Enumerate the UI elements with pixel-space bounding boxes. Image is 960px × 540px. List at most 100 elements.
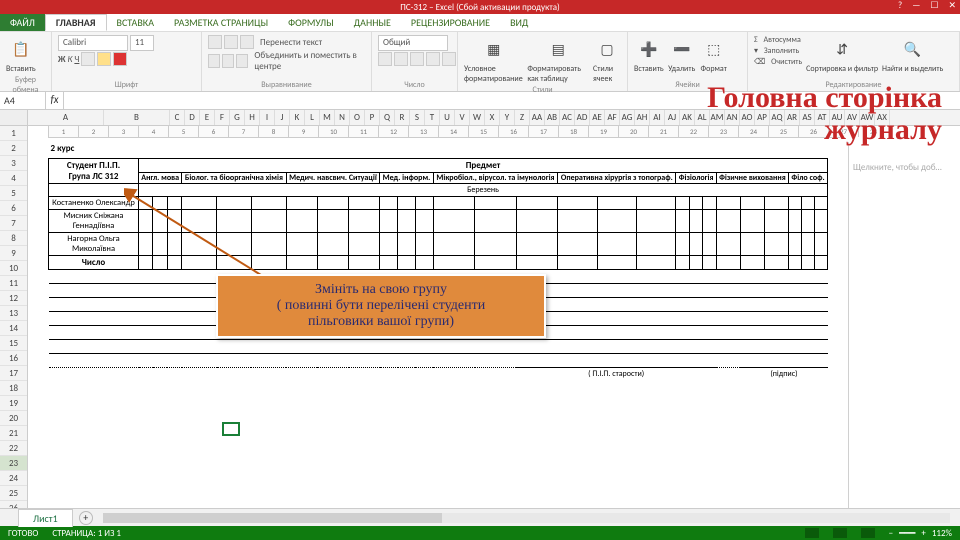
tab-view[interactable]: ВИД (500, 14, 538, 31)
align-right-icon[interactable] (236, 54, 248, 68)
row-header[interactable]: 12 (0, 291, 27, 306)
col-header[interactable]: AC (560, 110, 575, 125)
col-header[interactable]: V (455, 110, 470, 125)
col-header[interactable]: H (245, 110, 260, 125)
maximize-icon[interactable]: ☐ (930, 0, 938, 11)
col-header[interactable]: Z (515, 110, 530, 125)
number-format-combo[interactable]: Общий (378, 35, 448, 51)
close-icon[interactable]: ✕ (948, 0, 956, 11)
font-color-icon[interactable] (113, 52, 127, 66)
col-header[interactable]: R (395, 110, 410, 125)
col-header[interactable]: AA (530, 110, 545, 125)
col-header[interactable]: G (230, 110, 245, 125)
tab-file[interactable]: ФАЙЛ (0, 14, 45, 31)
col-header[interactable]: X (485, 110, 500, 125)
tab-insert[interactable]: ВСТАВКА (107, 14, 164, 31)
row-header[interactable]: 25 (0, 486, 27, 501)
col-header[interactable]: N (335, 110, 350, 125)
autosum-button[interactable]: Σ Автосумма (754, 35, 802, 45)
col-header[interactable]: W (470, 110, 485, 125)
sheet-tab[interactable]: Лист1 (18, 509, 73, 527)
col-header[interactable]: AB (545, 110, 560, 125)
wrap-button[interactable]: Перенести текст (260, 37, 322, 48)
page-layout-button[interactable] (833, 528, 847, 538)
col-header[interactable]: AD (575, 110, 590, 125)
col-header[interactable]: E (200, 110, 215, 125)
side-pane[interactable]: Щелкните, чтобы доб… (848, 142, 960, 508)
currency-icon[interactable] (378, 52, 392, 66)
col-header[interactable]: AE (590, 110, 605, 125)
row-header[interactable]: 18 (0, 381, 27, 396)
col-header[interactable]: AG (620, 110, 635, 125)
fill-button[interactable]: ▾ Заполнить (754, 46, 802, 56)
row-header[interactable]: 6 (0, 201, 27, 216)
row-header[interactable]: 10 (0, 261, 27, 276)
col-header[interactable]: A (28, 110, 104, 125)
align-top-icon[interactable] (208, 35, 222, 49)
insert-cells-button[interactable]: ➕Вставить (634, 35, 664, 74)
row-header[interactable]: 15 (0, 336, 27, 351)
tab-data[interactable]: ДАННЫЕ (344, 14, 401, 31)
col-header[interactable]: U (440, 110, 455, 125)
font-name-combo[interactable]: Calibri (58, 35, 128, 51)
row-header[interactable]: 21 (0, 426, 27, 441)
col-header[interactable]: B (104, 110, 170, 125)
row-header[interactable]: 9 (0, 246, 27, 261)
merge-button[interactable]: Объединить и поместить в центре (254, 50, 365, 72)
row-header[interactable]: 5 (0, 186, 27, 201)
align-bot-icon[interactable] (240, 35, 254, 49)
row-header[interactable]: 3 (0, 156, 27, 171)
normal-view-button[interactable] (805, 528, 819, 538)
format-cells-button[interactable]: ⬚Формат (700, 35, 728, 74)
col-header[interactable]: Q (380, 110, 395, 125)
col-header[interactable]: P (365, 110, 380, 125)
minimize-icon[interactable]: — (912, 0, 920, 11)
tab-review[interactable]: РЕЦЕНЗИРОВАНИЕ (401, 14, 500, 31)
col-header[interactable]: J (275, 110, 290, 125)
row-header[interactable]: 14 (0, 321, 27, 336)
row-header[interactable]: 19 (0, 396, 27, 411)
row-header[interactable]: 16 (0, 351, 27, 366)
col-header[interactable]: F (215, 110, 230, 125)
row-header[interactable]: 4 (0, 171, 27, 186)
row-header[interactable]: 23 (0, 456, 27, 471)
col-header[interactable]: S (410, 110, 425, 125)
row-header[interactable]: 13 (0, 306, 27, 321)
col-header[interactable]: C (170, 110, 185, 125)
add-sheet-button[interactable]: + (79, 511, 93, 525)
row-header[interactable]: 22 (0, 441, 27, 456)
cond-format-button[interactable]: ▦Условное форматирование (464, 35, 523, 84)
col-header[interactable]: O (350, 110, 365, 125)
align-mid-icon[interactable] (224, 35, 238, 49)
find-select-button[interactable]: 🔍Найти и выделить (882, 35, 943, 74)
row-header[interactable]: 7 (0, 216, 27, 231)
row-header[interactable]: 24 (0, 471, 27, 486)
col-header[interactable]: I (260, 110, 275, 125)
row-header[interactable]: 26 (0, 501, 27, 508)
format-table-button[interactable]: ▤Форматировать как таблицу (527, 35, 589, 84)
page-break-button[interactable] (861, 528, 875, 538)
fill-color-icon[interactable] (97, 52, 111, 66)
bold-button[interactable]: Ж (58, 54, 66, 65)
col-header[interactable]: L (305, 110, 320, 125)
tab-formulas[interactable]: ФОРМУЛЫ (278, 14, 344, 31)
tab-layout[interactable]: РАЗМЕТКА СТРАНИЦЫ (164, 14, 278, 31)
col-header[interactable]: Y (500, 110, 515, 125)
col-header[interactable]: AF (605, 110, 620, 125)
paste-button[interactable]: 📋Вставить (6, 35, 36, 74)
col-header[interactable]: T (425, 110, 440, 125)
row-header[interactable]: 11 (0, 276, 27, 291)
col-header[interactable]: AJ (665, 110, 680, 125)
sort-filter-button[interactable]: ⇵Сортировка и фильтр (806, 35, 878, 74)
comma-icon[interactable] (410, 52, 424, 66)
font-size-combo[interactable]: 11 (130, 35, 154, 51)
cell-styles-button[interactable]: ▢Стили ячеек (593, 35, 621, 84)
row-header[interactable]: 1 (0, 126, 27, 141)
col-header[interactable]: AI (650, 110, 665, 125)
dec-dec-icon[interactable] (442, 52, 456, 66)
select-all-triangle[interactable] (0, 110, 28, 125)
tab-home[interactable]: ГЛАВНАЯ (45, 14, 107, 31)
inc-dec-icon[interactable] (426, 52, 440, 66)
fx-icon[interactable]: fx (46, 92, 64, 109)
underline-button[interactable]: Ч (74, 54, 79, 65)
